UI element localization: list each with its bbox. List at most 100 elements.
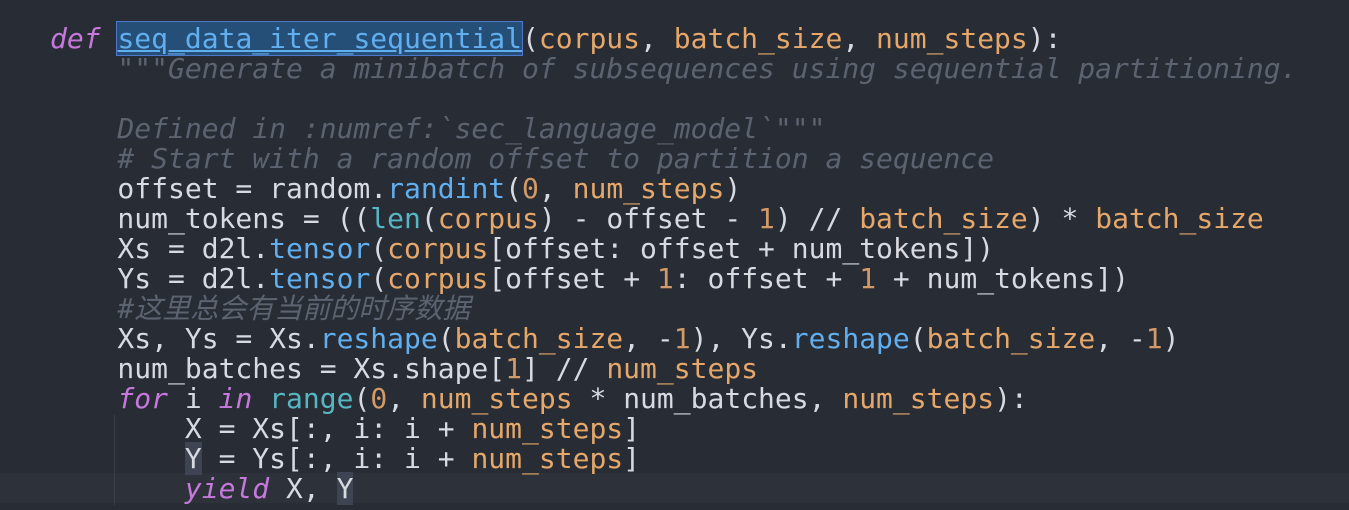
code-token: batch_size [859, 202, 1028, 235]
code-token: 0 [522, 172, 539, 205]
code-token: + num_tokens]) [876, 262, 1129, 295]
code-token: yield [184, 472, 270, 505]
code-line[interactable]: Xs = d2l.tensor(corpus[offset: offset + … [50, 234, 1297, 264]
code-token: def [50, 22, 101, 55]
code-token: 1 [673, 322, 691, 355]
code-token: ): [1027, 22, 1062, 55]
code-token: Ys = d2l. [50, 262, 270, 295]
code-token: ( [522, 22, 539, 55]
code-token: Xs, Ys = Xs. [50, 322, 320, 355]
code-token: ) // [774, 202, 860, 235]
code-token: , [387, 382, 421, 415]
code-token: : offset + [673, 262, 860, 295]
code-token: ): [994, 382, 1028, 415]
code-token: reshape [791, 322, 910, 355]
code-token: randint [387, 172, 506, 205]
code-token: = Ys[:, i: i + [201, 442, 472, 475]
code-line[interactable]: Defined in :numref:`sec_language_model`"… [50, 114, 1297, 144]
code-token: ] [623, 412, 641, 445]
code-token: X = Xs[:, i: i + [50, 412, 472, 445]
code-token: ( [909, 322, 927, 355]
code-token: 0 [370, 382, 388, 415]
code-token: 1 [1145, 322, 1163, 355]
code-token: Defined in :numref:`sec_language_model`"… [50, 112, 826, 145]
code-line[interactable]: def seq_data_iter_sequential(corpus, bat… [50, 21, 1297, 56]
code-token: ( [505, 172, 523, 205]
code-token: num_steps [842, 382, 995, 415]
code-token: corpus [538, 22, 641, 55]
code-token: num_tokens = (( [50, 202, 371, 235]
code-line[interactable]: num_batches = Xs.shape[1] // num_steps [50, 354, 1297, 384]
code-token: Y [336, 472, 354, 505]
code-token: len [370, 202, 421, 235]
code-token: seq_data_iter_sequential [116, 21, 524, 56]
code-token: ( [370, 232, 388, 265]
code-line[interactable]: """Generate a minibatch of subsequences … [50, 54, 1297, 84]
code-token: # Start with a random offset to partitio… [50, 142, 995, 175]
code-token: num_steps [606, 352, 759, 385]
code-line[interactable]: yield X, Y [50, 472, 1297, 505]
code-token: ( [437, 322, 455, 355]
code-token: in [218, 382, 253, 415]
code-line[interactable]: Y = Ys[:, i: i + num_steps] [50, 442, 1297, 475]
code-token: [offset: offset + num_tokens]) [488, 232, 995, 265]
code-line[interactable]: offset = random.randint(0, num_steps) [50, 174, 1297, 204]
code-token: tensor [269, 262, 371, 295]
code-token: 1 [505, 352, 523, 385]
code-line[interactable]: for i in range(0, num_steps * num_batche… [50, 384, 1297, 414]
code-token: [offset + [488, 262, 657, 295]
code-token: ( [370, 262, 388, 295]
code-editor[interactable]: def seq_data_iter_sequential(corpus, bat… [0, 0, 1349, 510]
code-token: batch_size [673, 22, 843, 55]
code-token: batch_size [926, 322, 1096, 355]
code-token: corpus [437, 202, 539, 235]
code-token: ( [353, 382, 371, 415]
code-token: ] // [522, 352, 607, 385]
code-token: , [538, 172, 573, 205]
code-token: num_steps [471, 412, 624, 445]
code-token: , [842, 22, 877, 55]
code-token: 1 [758, 202, 775, 235]
code-token: num_steps [420, 382, 573, 415]
code-line[interactable]: #这里总会有当前的时序数据 [50, 294, 1297, 324]
code-token: Y [184, 442, 202, 475]
code-token: corpus [387, 262, 489, 295]
code-token: batch_size [1095, 202, 1264, 235]
code-token: batch_size [454, 322, 624, 355]
code-line[interactable]: # Start with a random offset to partitio… [50, 144, 1297, 174]
code-token: , - [623, 322, 674, 355]
code-line[interactable]: Xs, Ys = Xs.reshape(batch_size, -1), Ys.… [50, 324, 1297, 354]
code-token: ) * [1027, 202, 1096, 235]
code-token: offset = random. [50, 172, 388, 205]
code-token: X, [269, 472, 337, 505]
code-token: ] [623, 442, 641, 475]
code-token: corpus [387, 232, 489, 265]
code-token: 1 [656, 262, 674, 295]
code-token: i [168, 382, 219, 415]
code-token: , [640, 22, 674, 55]
code-token: ) [724, 172, 742, 205]
code-token: num_steps [572, 172, 725, 205]
code-token: range [269, 382, 354, 415]
code-token: ) - offset - [538, 202, 759, 235]
code-line[interactable]: X = Xs[:, i: i + num_steps] [50, 414, 1297, 444]
code-line[interactable]: Ys = d2l.tensor(corpus[offset + 1: offse… [50, 264, 1297, 294]
code-line[interactable] [50, 84, 1297, 114]
code-token: ), Ys. [690, 322, 792, 355]
code-token: ( [420, 202, 438, 235]
code-token: 1 [859, 262, 877, 295]
code-line[interactable]: num_tokens = ((len(corpus) - offset - 1)… [50, 204, 1297, 234]
code-token: tensor [269, 232, 371, 265]
code-token: , - [1095, 322, 1146, 355]
code-area[interactable]: def seq_data_iter_sequential(corpus, bat… [50, 21, 1297, 505]
code-token: num_batches = Xs.shape[ [50, 352, 506, 385]
code-token: num_steps [876, 22, 1028, 55]
code-token: """Generate a minibatch of subsequences … [50, 52, 1298, 85]
code-token: num_steps [471, 442, 624, 475]
code-token: reshape [319, 322, 438, 355]
